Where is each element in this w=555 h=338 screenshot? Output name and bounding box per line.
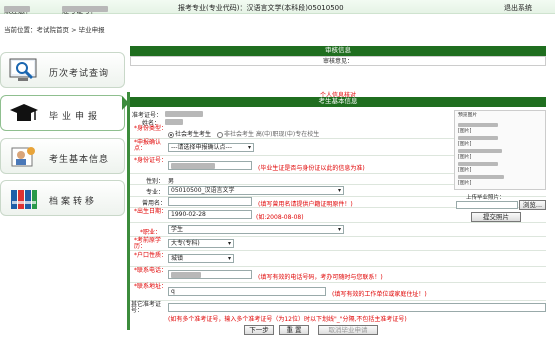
major-label: 专业： (146, 189, 165, 196)
phone-hint: (填写有效的电话号码，考办可随时与您联系！) (258, 274, 383, 281)
other-ticket-label: 其它准考证号： (131, 301, 162, 314)
submit-photo-button[interactable]: 提交照片 (471, 212, 521, 222)
identity-label: *身份类型： (134, 125, 168, 132)
personal-header: 考生基本信息 (130, 97, 546, 107)
next-button[interactable]: 下一步 (244, 325, 274, 335)
other-ticket-field[interactable] (168, 303, 546, 312)
point-label: *申报确认点： (134, 139, 162, 152)
audit-header: 审核信息 (130, 46, 546, 56)
hukou-select[interactable]: 城镇 (168, 254, 234, 263)
used-name-field[interactable] (168, 197, 252, 206)
browse-button[interactable]: 浏览... (519, 200, 546, 210)
name-value (165, 119, 183, 125)
birth-date-field[interactable]: 1990-02-28 (168, 210, 252, 219)
sidebar-item-label: 历次考试查询 (49, 69, 110, 79)
reset-button[interactable]: 重 置 (279, 325, 309, 335)
phone-label: *联系电话： (134, 267, 168, 274)
upload-label: 上传毕业照片： (466, 195, 505, 201)
birth-hint: (如:2008-08-08) (256, 214, 304, 221)
cancel-graduation-button[interactable]: 取消毕业申请 (318, 325, 378, 335)
monitor-search-icon (9, 58, 37, 81)
id-label: *身份证号： (134, 157, 168, 164)
used-name-label: 曾用名： (142, 200, 167, 207)
major-info: 报考专业(专业代码)：汉语言文学(本科段)05010500 (178, 4, 344, 12)
student-info-icon (11, 147, 35, 167)
addr-hint: (填写有效的工作单位或家庭住址！) (332, 291, 427, 298)
ticket-value (165, 111, 203, 117)
major-select[interactable]: 05010500_汉语言文学 (168, 186, 344, 195)
edu-label: *考前原学历： (134, 237, 162, 250)
identity-radio-school[interactable] (216, 131, 223, 138)
sidebar-item-label: 毕业申报 (49, 112, 102, 122)
sidebar-item-label: 档案转移 (49, 197, 98, 207)
job-label: *职业： (140, 229, 162, 236)
id-number-field[interactable] (168, 161, 252, 170)
photo-title: 预览图片 (458, 113, 478, 118)
sidebar-item-archive-transfer[interactable]: 档案转移 (0, 180, 125, 216)
sidebar-item-label: 考生基本信息 (49, 155, 110, 165)
job-select[interactable]: 学生 (168, 225, 344, 234)
other-ticket-hint: (如有多个准考证号，输入多个准考证号（为12位）时以下划线"_"分隔,不包括主准… (168, 316, 407, 323)
photo-preview: 预览图片 [图片] [图片] [图片] [图片] [图片] (454, 110, 546, 190)
graduation-cap-icon (10, 104, 38, 121)
id-hint: (毕业生证是否与身份证以此的信息为准) (258, 165, 365, 172)
divider (127, 92, 130, 330)
sidebar-item-basic-info[interactable]: 考生基本信息 (0, 138, 125, 174)
sidebar-item-graduation[interactable]: 毕业申报 (0, 95, 125, 131)
hukou-label: *户口性质： (134, 252, 168, 259)
addr-label: *联系地址： (134, 283, 168, 290)
audit-comment: 审核意见： (130, 56, 546, 66)
confirm-point-select[interactable]: ---请选择申报确认点--- (168, 143, 254, 152)
phone-field[interactable] (168, 270, 252, 279)
birth-label: *出生日期： (134, 208, 168, 215)
address-field[interactable]: q (168, 287, 326, 296)
sidebar-item-exam-history[interactable]: 历次考试查询 (0, 52, 125, 88)
breadcrumb: 当前位置：考试院首页 > 毕业申报 (4, 26, 105, 34)
binders-icon (11, 190, 37, 209)
identity-radio-social[interactable] (168, 131, 174, 138)
photo-path-field[interactable] (456, 201, 518, 209)
identity-options: 社会考生考生 非社会考生 高(中)职现(中)专在校生 (168, 129, 319, 138)
top-bar: 欢迎您： 准考证号： 报考专业(专业代码)：汉语言文学(本科段)05010500… (0, 0, 555, 15)
logout-link[interactable]: 退出系统 (504, 3, 532, 13)
education-select[interactable]: 大专(专科) (168, 239, 234, 248)
